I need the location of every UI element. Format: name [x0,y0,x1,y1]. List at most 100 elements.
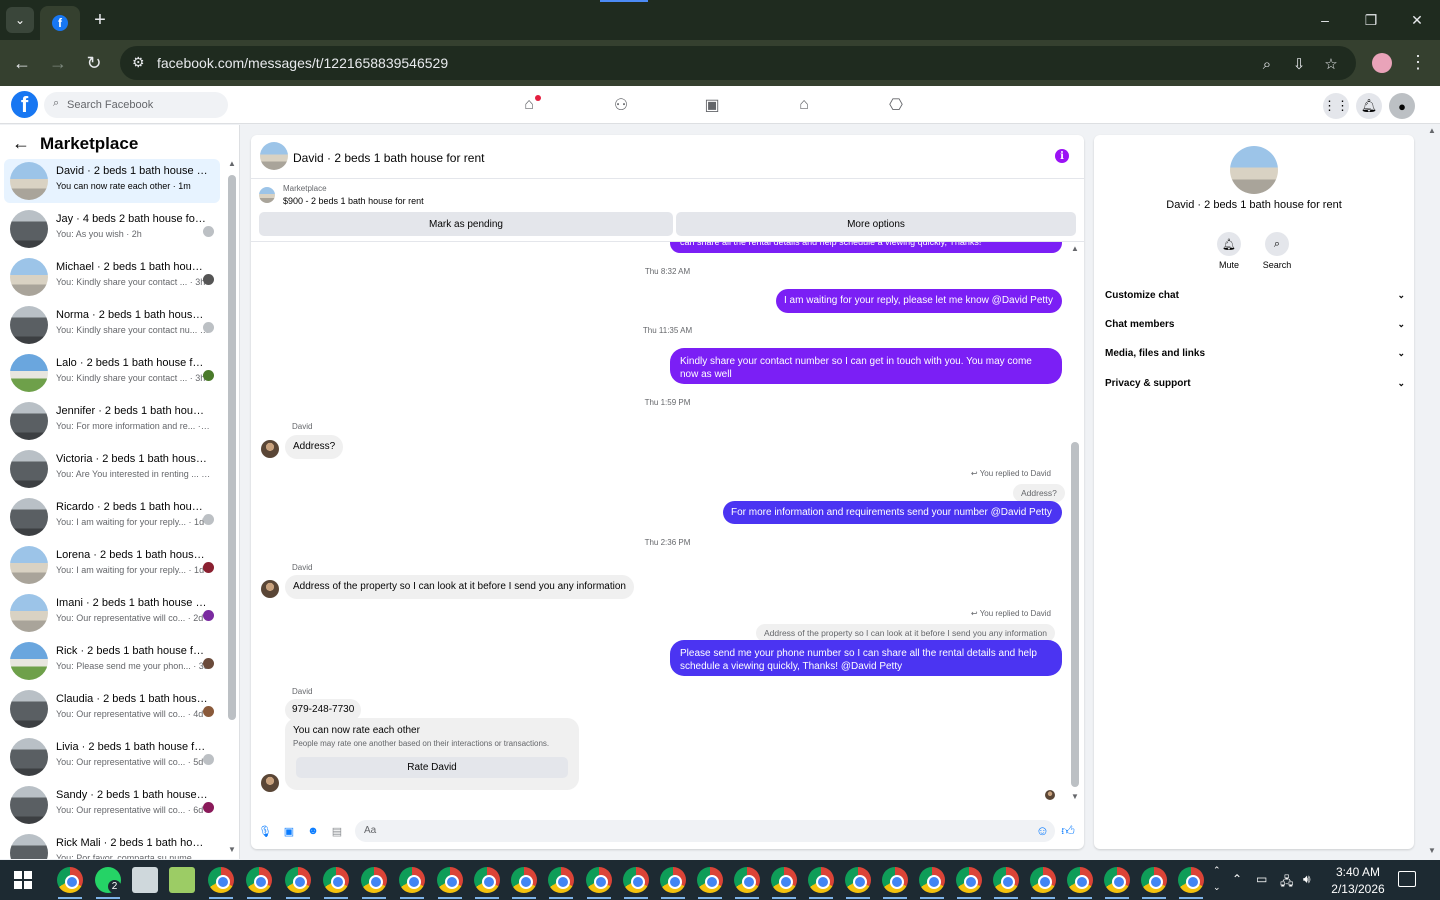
chrome-icon[interactable] [586,867,612,893]
device-icon[interactable]: ▭ [1256,872,1267,886]
conversation-item[interactable]: Lalo · 2 beds 1 bath house for rent You: … [4,351,220,395]
bell-icon[interactable]: 🔔︎ [1356,93,1382,119]
taskbar-scroll-icon[interactable]: ⌃ ⌄ [1213,862,1221,896]
chrome-icon[interactable] [437,867,463,893]
account-icon[interactable]: ● [1389,93,1415,119]
conversation-item[interactable]: Norma · 2 beds 1 bath house for rent You:… [4,303,220,347]
facebook-logo[interactable]: f [11,91,38,118]
chrome-icon[interactable] [361,867,387,893]
info-icon[interactable]: i [1055,149,1069,163]
conversation-item[interactable]: Rick · 2 beds 1 bath house for rent You: … [4,639,220,683]
conversation-item[interactable]: Ricardo · 2 beds 1 bath house for rent Yo… [4,495,220,539]
david-avatar[interactable] [261,774,279,792]
message-input[interactable]: Aa ☺ [355,820,1055,842]
chrome-icon[interactable] [623,867,649,893]
mark-pending-button[interactable]: Mark as pending [259,212,673,236]
search-icon[interactable]: ⌕ [1265,232,1289,256]
listing-avatar-large[interactable] [1230,146,1278,194]
gaming-icon[interactable]: ⎔ [885,94,907,116]
bookmark-star-icon[interactable]: ☆ [1321,54,1341,74]
conversation-item[interactable]: Michael · 2 beds 1 bath house for rent Yo… [4,255,220,299]
facebook-search-input[interactable]: ⌕ Search Facebook [44,92,228,118]
rate-david-button[interactable]: Rate David [296,757,568,778]
listing-avatar[interactable] [260,142,288,170]
show-hidden-icons-icon[interactable]: ⌃ [1232,872,1242,886]
page-scroll-up-icon[interactable]: ▲ [1428,126,1436,135]
chrome-icon[interactable] [697,867,723,893]
new-tab-button[interactable]: + [88,8,112,32]
chrome-icon[interactable] [1067,867,1093,893]
chrome-icon[interactable] [660,867,686,893]
browser-tab-facebook[interactable]: f [40,6,80,40]
browser-profile-avatar[interactable] [1372,53,1392,73]
conversation-item[interactable]: Livia · 2 beds 1 bath house for rent You:… [4,735,220,779]
notepad-icon[interactable] [169,867,195,893]
windows-start-icon[interactable] [14,871,32,889]
tab-search-chevron-icon[interactable]: ⌄ [6,7,34,33]
chrome-icon[interactable] [845,867,871,893]
scroll-down-arrow-icon[interactable]: ▼ [1071,792,1079,801]
emoji-icon[interactable]: ☺ [1036,823,1049,838]
chrome-icon[interactable] [993,867,1019,893]
conversation-item[interactable]: Lorena · 2 beds 1 bath house for rent You… [4,543,220,587]
chrome-icon[interactable] [1141,867,1167,893]
friends-icon[interactable]: ⚇ [610,94,632,116]
chrome-icon[interactable] [919,867,945,893]
chrome-icon[interactable] [399,867,425,893]
chrome-icon[interactable] [956,867,982,893]
conversation-item[interactable]: Victoria · 2 beds 1 bath house for rent Y… [4,447,220,491]
media-files-links-item[interactable]: Media, files and links ⌄ [1105,348,1405,359]
chrome-icon[interactable] [771,867,797,893]
chrome-icon[interactable] [1030,867,1056,893]
conversation-item[interactable]: Rick Mali · 2 beds 1 bath house for rent… [4,831,220,859]
conversation-item[interactable]: Imani · 2 beds 1 bath house for rent You:… [4,591,220,635]
reload-icon[interactable]: ↻ [82,51,106,75]
volume-icon[interactable]: 🔊︎ [1303,872,1311,887]
video-icon[interactable]: ▣ [701,94,723,116]
chrome-icon[interactable] [548,867,574,893]
microphone-icon[interactable]: 🎙︎ [258,824,272,838]
mute-action[interactable]: 🔔︎ Mute [1209,232,1249,270]
chrome-icon[interactable] [734,867,760,893]
app-icon[interactable] [132,867,158,893]
chrome-icon[interactable] [246,867,272,893]
restore-button[interactable]: ❐ [1351,8,1391,32]
zoom-icon[interactable]: ⌕ [1257,54,1277,74]
gif-icon[interactable]: ▤ [330,824,344,838]
chrome-icon[interactable] [285,867,311,893]
chrome-icon[interactable] [57,867,83,893]
david-avatar[interactable] [261,580,279,598]
conversation-item[interactable]: David · 2 beds 1 bath house for rent You … [4,159,220,203]
marketplace-icon[interactable]: ⌂ [793,94,815,116]
site-info-icon[interactable]: ⚙ [132,54,150,72]
listing-thumbnail[interactable] [259,187,275,203]
minimize-button[interactable]: – [1305,8,1345,32]
chrome-icon[interactable] [808,867,834,893]
conversation-item[interactable]: Jay · 4 beds 2 bath house for rent You: A… [4,207,220,251]
customize-chat-item[interactable]: Customize chat ⌄ [1105,290,1405,301]
chrome-icon[interactable] [511,867,537,893]
scroll-down-arrow-icon[interactable]: ▼ [228,845,236,854]
chrome-icon[interactable] [323,867,349,893]
scroll-up-arrow-icon[interactable]: ▲ [228,159,236,168]
browser-menu-icon[interactable]: ⋮ [1408,52,1428,73]
chrome-icon[interactable] [1178,867,1204,893]
privacy-support-item[interactable]: Privacy & support ⌄ [1105,378,1405,389]
address-bar[interactable]: ⚙ facebook.com/messages/t/12216588395465… [120,46,1356,80]
taskbar-clock[interactable]: 3:40 AM 2/13/2026 [1326,864,1390,898]
like-thumb-icon[interactable]: 👍︎ [1061,823,1075,838]
sticker-icon[interactable]: ☻ [306,824,320,838]
listing-price[interactable]: $900 - 2 beds 1 bath house for rent [283,196,424,206]
david-avatar[interactable] [261,440,279,458]
chrome-icon[interactable] [882,867,908,893]
chat-members-item[interactable]: Chat members ⌄ [1105,319,1405,330]
chrome-icon[interactable] [208,867,234,893]
more-options-button[interactable]: More options [676,212,1076,236]
bell-icon[interactable]: 🔔︎ [1217,232,1241,256]
forward-arrow-icon[interactable]: → [46,51,70,75]
conversation-item[interactable]: Jennifer · 2 beds 1 bath house for rent Y… [4,399,220,443]
conversation-item[interactable]: Claudia · 2 beds 1 bath house for rent Yo… [4,687,220,731]
scroll-up-arrow-icon[interactable]: ▲ [1071,244,1079,253]
back-arrow-icon[interactable]: ← [12,133,30,154]
menu-grid-icon[interactable]: ⋮⋮ [1323,93,1349,119]
